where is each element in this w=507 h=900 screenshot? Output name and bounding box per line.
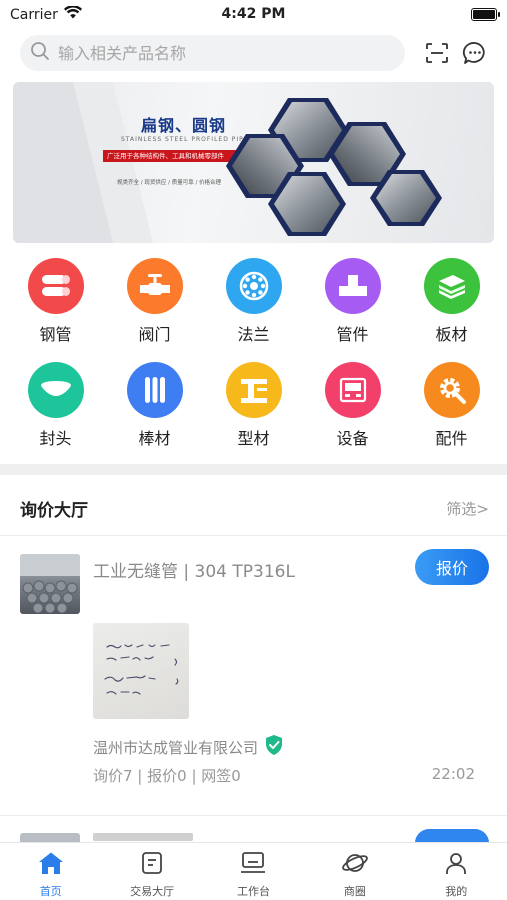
quote-button[interactable]: 报价 [415,549,489,585]
tab-label: 我的 [445,885,468,898]
banner-product-image [226,98,442,236]
category-label: 设备 [336,429,369,448]
battery-icon [471,8,500,21]
company-row: 温州市达成管业有限公司 [93,734,284,760]
tab-trading-hall[interactable]: 交易大厅 [101,843,202,900]
category-pipe-fitting[interactable]: 管件 [303,258,402,362]
head-cap-icon [27,362,84,418]
search-input[interactable] [58,43,378,63]
tab-workbench[interactable]: 工作台 [203,843,304,900]
category-label: 阀门 [138,325,171,344]
category-label: 板材 [435,325,468,344]
category-label: 封头 [39,429,72,448]
section-divider [0,464,507,475]
section-title: 询价大厅 [20,501,88,521]
search-row [20,34,489,72]
next-inquiry-title [93,833,193,841]
trading-hall-icon [140,851,164,879]
tab-label: 商圈 [343,885,366,898]
category-bar-stock[interactable]: 棒材 [105,362,204,466]
inquiry-title: 工业无缝管 | 304 TP316L [93,562,295,582]
tab-business-circle[interactable]: 商圈 [304,843,405,900]
category-plate[interactable]: 板材 [402,258,501,362]
tab-label: 工作台 [236,885,270,898]
status-bar: Carrier 4:42 PM [0,0,507,30]
category-label: 管件 [336,325,369,344]
banner-small-text: 规类齐全 / 现货供应 / 质量可靠 / 价格合理 [117,180,222,186]
tab-label: 交易大厅 [130,885,175,898]
banner-title: 扁钢、圆钢 [141,116,227,135]
category-steel-pipe[interactable]: 钢管 [6,258,105,362]
message-icon[interactable] [461,39,489,67]
plate-icon [423,258,480,314]
company-name: 温州市达成管业有限公司 [93,738,259,757]
equipment-icon [324,362,381,418]
inquiry-attachment-photo[interactable] [93,623,189,719]
product-thumbnail [20,554,80,614]
accessory-gear-icon [423,362,480,418]
category-label: 型材 [237,429,270,448]
category-valve[interactable]: 阀门 [105,258,204,362]
planet-icon [341,851,369,879]
inquiry-card[interactable]: 工业无缝管 | 304 TP316L 报价 温州市达成管业有限公司 询价7 | … [0,537,507,817]
bar-stock-icon [126,362,183,418]
status-time: 4:42 PM [221,6,286,22]
search-icon [30,41,50,65]
inquiry-time: 22:02 [431,765,475,783]
inquiry-stats: 询价7 | 报价0 | 网签0 [93,767,241,785]
bottom-tab-bar: 首页 交易大厅 工作台 商圈 我的 [0,842,507,900]
promo-banner[interactable]: 扁钢、圆钢 STAINLESS STEEL PROFILED PIPE 广泛用于… [13,82,494,243]
steel-pipe-icon [27,258,84,314]
category-label: 法兰 [237,325,270,344]
card-divider [0,815,507,816]
search-box[interactable] [20,35,406,71]
pipe-fitting-icon [324,258,381,314]
home-icon [38,851,64,879]
workbench-icon [240,851,266,879]
category-label: 配件 [435,429,468,448]
category-head-cap[interactable]: 封头 [6,362,105,466]
banner-decoration [13,82,153,243]
valve-icon [126,258,183,314]
category-equipment[interactable]: 设备 [303,362,402,466]
scan-icon[interactable] [423,39,451,67]
tab-label: 首页 [39,885,62,898]
next-quote-button[interactable] [415,829,489,843]
profile-icon [444,851,468,879]
profile-icon [225,362,282,418]
category-flange[interactable]: 法兰 [204,258,303,362]
filter-link[interactable]: 筛选> [446,498,489,519]
category-label: 棒材 [138,429,171,448]
category-label: 钢管 [39,325,72,344]
inquiry-hall-header: 询价大厅 筛选> [0,476,507,536]
category-grid: 钢管 阀门 法兰 管件 板材 封头 棒材 型材 设备 配件 [6,258,501,466]
category-profile[interactable]: 型材 [204,362,303,466]
flange-icon [225,258,282,314]
verified-shield-icon [264,734,284,760]
category-accessory[interactable]: 配件 [402,362,501,466]
tab-home[interactable]: 首页 [0,843,101,900]
tab-mine[interactable]: 我的 [406,843,507,900]
